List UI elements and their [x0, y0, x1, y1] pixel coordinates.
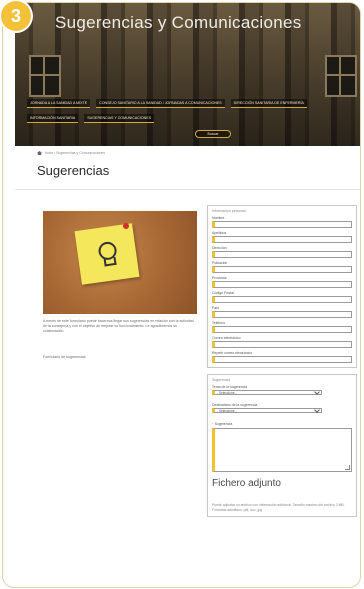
page-title: Sugerencias	[37, 163, 110, 178]
pushpin-icon	[123, 223, 129, 229]
postcode-input[interactable]	[212, 296, 352, 303]
intro-text: A través de este formulario puede hacern…	[43, 319, 194, 333]
form-link[interactable]: Formulario de sugerencias	[43, 355, 86, 359]
sticky-note	[74, 223, 140, 285]
field-label-phone: Teléfono	[212, 321, 226, 325]
field-label-surname: Apellidos	[212, 231, 227, 235]
name-input[interactable]	[212, 221, 352, 228]
country-input[interactable]	[212, 311, 352, 318]
nav-row-1: Jornada a la Sanidad a Mixte Consejo San…	[27, 99, 360, 108]
breadcrumb-text[interactable]: Inicio / Sugerencias y Comunicaciones	[45, 151, 105, 155]
hero-title: Sugerencias y Comunicaciones	[55, 13, 302, 32]
lightbulb-icon	[93, 238, 121, 269]
recipient-select-value: - Seleccione -	[217, 408, 237, 413]
nav-item[interactable]: Sugerencias y Comunicaciones	[84, 114, 155, 123]
topic-select-value: - Seleccione -	[217, 390, 237, 395]
surname-input[interactable]	[212, 236, 352, 243]
email-repeat-input[interactable]	[212, 356, 352, 363]
divider	[15, 189, 360, 190]
suggestion-fieldset: Sugerencia Tema de la sugerencia - Selec…	[207, 374, 357, 517]
suggestion-text-label: *Sugerencia	[212, 421, 233, 426]
step-number-badge: 3	[1, 1, 31, 31]
nav-item[interactable]: Consejo Sanitario a la Sanidad / Jornada…	[96, 99, 225, 108]
town-input[interactable]	[212, 266, 352, 273]
field-label-email-repeat: Repetir correo electrónico	[212, 351, 253, 355]
attachment-text: Puede adjuntar un archivo con informació…	[212, 503, 345, 512]
fieldset-legend: Información personal	[212, 209, 246, 213]
topic-label: Tema de la sugerencia	[212, 385, 248, 389]
field-label-postcode: Código Postal	[212, 291, 234, 295]
suggestion-form: Información personal Nombre Apellidos Di…	[207, 205, 357, 523]
nav-item[interactable]: Dirección Sanitaria de Enfermería	[230, 99, 307, 108]
nav-item[interactable]: Jornada a la Sanidad a Mixte	[27, 99, 91, 108]
main-nav: Jornada a la Sanidad a Mixte Consejo San…	[27, 99, 360, 129]
phone-input[interactable]	[212, 326, 352, 333]
nav-row-2: Información Sanitaria Sugerencias y Comu…	[27, 114, 360, 123]
chevron-down-icon	[314, 388, 320, 395]
field-label-email: Correo electrónico	[212, 336, 241, 340]
personal-info-fieldset: Información personal Nombre Apellidos Di…	[207, 205, 357, 368]
field-label-province: Provincia	[212, 276, 227, 280]
address-input[interactable]	[212, 251, 352, 258]
search-button[interactable]: Buscar	[195, 130, 231, 138]
window-decoration	[325, 55, 357, 97]
field-label-name: Nombre	[212, 216, 225, 220]
breadcrumb: Inicio / Sugerencias y Comunicaciones	[37, 151, 105, 155]
field-label-country: País	[212, 306, 220, 310]
recipient-label: Destinatario de la sugerencia	[212, 403, 258, 407]
fieldset-legend: Sugerencia	[212, 378, 231, 382]
resize-handle-icon[interactable]	[345, 465, 350, 470]
email-input[interactable]	[212, 341, 352, 348]
required-icon: *	[212, 421, 214, 426]
field-label-address: Dirección	[212, 246, 227, 250]
nav-item[interactable]: Información Sanitaria	[27, 114, 79, 123]
home-icon[interactable]	[37, 151, 42, 155]
screenshot-frame: Sugerencias y Comunicaciones Jornada a l…	[2, 2, 361, 588]
hero-banner: Sugerencias y Comunicaciones Jornada a l…	[15, 3, 360, 146]
chevron-down-icon	[314, 406, 320, 413]
attachment-title: Fichero adjunto	[212, 478, 281, 489]
field-label-town: Población	[212, 261, 228, 265]
recipient-select[interactable]: - Seleccione -	[212, 406, 322, 413]
suggestion-textarea[interactable]	[212, 428, 352, 472]
window-decoration	[29, 55, 61, 97]
topic-select[interactable]: - Seleccione -	[212, 388, 322, 395]
province-input[interactable]	[212, 281, 352, 288]
